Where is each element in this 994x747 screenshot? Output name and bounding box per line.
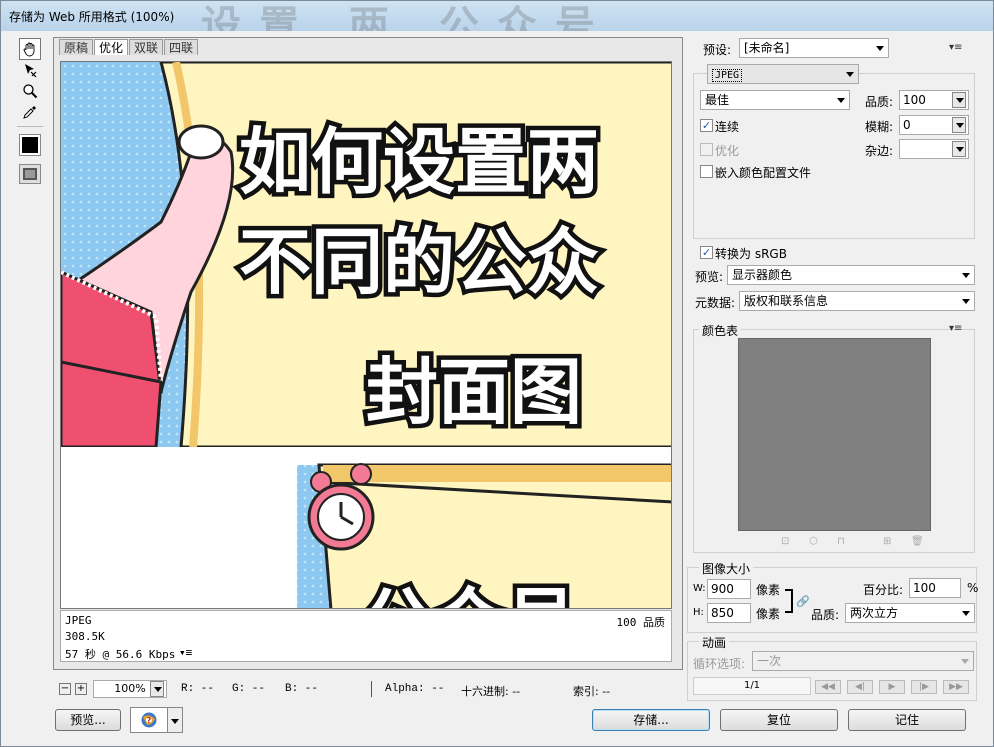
percent-label: 百分比: (863, 583, 904, 597)
preview-image: 如何设置两 不同的公众 封面图 公众号 (61, 62, 671, 609)
art-line-3: 封面图 (366, 350, 582, 434)
view-tabs: 原稿 优化 双联 四联 (59, 39, 199, 55)
optimized-checkbox[interactable] (700, 143, 713, 156)
title-bar-background-text: 设置 两 公众号 (201, 3, 613, 31)
image-info-panel: JPEG 308.5K 57 秒 @ 56.6 Kbps ▾≡ 100 品质 (60, 610, 672, 662)
quality-label: 品质: (865, 95, 894, 109)
percent-input[interactable]: 100 (909, 578, 961, 598)
tab-4-up[interactable]: 四联 (164, 39, 199, 55)
preset-label: 预设: (703, 43, 732, 57)
blur-dropdown-icon[interactable] (952, 117, 966, 133)
optimize-menu-icon[interactable]: ▾≡ (949, 42, 962, 53)
hand-tool-icon[interactable] (19, 38, 41, 60)
animation-label: 动画 (699, 634, 730, 651)
art-line-2: 不同的公众 (239, 220, 599, 304)
toolbox-divider (17, 126, 43, 127)
tab-2-up[interactable]: 双联 (129, 39, 164, 55)
width-label: W: (693, 583, 706, 594)
convert-srgb-label: 转换为 sRGB (715, 247, 787, 261)
add-color-icon[interactable]: ⊞ (883, 536, 891, 547)
zoom-dropdown-icon[interactable] (150, 681, 164, 697)
metadata-select[interactable]: 版权和联系信息 (739, 291, 975, 311)
svg-text:?: ? (147, 716, 152, 725)
format-select[interactable]: JPEG (707, 64, 859, 84)
resample-quality-label: 品质: (811, 608, 840, 622)
quality-dropdown-icon[interactable] (952, 92, 966, 108)
browser-icon[interactable]: ? (130, 707, 168, 733)
chain-link-icon[interactable]: 🔗 (796, 595, 810, 608)
save-for-web-dialog: 设置 两 公众号 存储为 Web 所用格式 (100%) 原稿 优化 双联 四联 (0, 0, 994, 747)
embed-profile-label: 嵌入颜色配置文件 (715, 166, 812, 180)
color-table-menu-icon[interactable]: ▾≡ (949, 323, 962, 334)
eyedropper-color-swatch[interactable] (19, 134, 41, 156)
constrain-bracket (785, 589, 793, 613)
toggle-slices-visibility-icon[interactable] (19, 164, 41, 184)
tab-original[interactable]: 原稿 (59, 39, 94, 55)
first-frame-button[interactable]: ◀◀ (815, 680, 841, 694)
lock-color-icon[interactable]: ⊓ (837, 536, 845, 547)
optimized-label: 优化 (715, 144, 740, 158)
remember-button[interactable]: 记住 (848, 709, 966, 731)
slice-select-tool-icon[interactable] (19, 59, 41, 81)
reset-button[interactable]: 复位 (720, 709, 838, 731)
preview-button[interactable]: 预览... (55, 709, 121, 731)
blue-value: B: -- (285, 683, 319, 695)
art-line-1: 如何设置两 (239, 120, 599, 204)
map-transparent-icon[interactable]: ⊡ (781, 536, 789, 547)
green-value: G: -- (232, 683, 266, 695)
preset-select[interactable]: [未命名] (739, 38, 889, 58)
status-divider (371, 681, 372, 697)
blur-label: 模糊: (865, 120, 894, 134)
progressive-label: 连续 (715, 120, 740, 134)
previous-frame-button[interactable]: ◀| (847, 680, 873, 694)
info-quality: 100 品质 (616, 616, 666, 629)
preview-mode-select[interactable]: 显示器颜色 (727, 265, 975, 285)
width-unit: 像素 (756, 583, 781, 597)
art-line-4: 公众号 (361, 580, 577, 609)
zoom-tool-icon[interactable] (19, 80, 41, 102)
height-label: H: (693, 607, 704, 618)
loop-options-select[interactable]: 一次 (752, 651, 974, 671)
matte-label: 杂边: (865, 144, 894, 158)
height-input[interactable]: 850 (707, 603, 751, 623)
info-format: JPEG (65, 614, 92, 627)
matte-dropdown-icon[interactable] (952, 141, 966, 157)
color-table-grid[interactable] (738, 338, 931, 531)
hex-value: 十六进制: -- (461, 685, 521, 698)
metadata-label: 元数据: (695, 296, 736, 310)
title-bar: 设置 两 公众号 存储为 Web 所用格式 (100%) (1, 1, 993, 31)
index-value: 索引: -- (573, 685, 611, 698)
info-size: 308.5K (65, 630, 105, 643)
resample-quality-select[interactable]: 两次立方 (845, 603, 975, 623)
web-snap-icon[interactable]: ⬡ (809, 536, 818, 547)
browser-dropdown-icon[interactable] (167, 707, 183, 733)
color-table-label: 颜色表 (699, 322, 742, 339)
loop-options-label: 循环选项: (693, 657, 746, 671)
red-value: R: -- (181, 683, 215, 695)
info-menu-icon[interactable]: ▾≡ (179, 646, 192, 659)
next-frame-button[interactable]: |▶ (911, 680, 937, 694)
progressive-checkbox[interactable]: ✓ (700, 119, 713, 132)
frame-counter: 1/1 (693, 677, 811, 695)
save-button[interactable]: 存储... (592, 709, 710, 731)
convert-srgb-checkbox[interactable]: ✓ (700, 246, 713, 259)
image-preview-canvas[interactable]: 如何设置两 不同的公众 封面图 公众号 (60, 61, 672, 609)
percent-unit: % (967, 581, 979, 595)
info-download-time: 57 秒 @ 56.6 Kbps (65, 648, 176, 661)
height-unit: 像素 (756, 607, 781, 621)
last-frame-button[interactable]: ▶▶ (943, 680, 969, 694)
eyedropper-tool-icon[interactable] (19, 101, 41, 123)
delete-color-icon[interactable]: 🗑 (911, 536, 924, 547)
tab-optimized[interactable]: 优化 (94, 39, 129, 55)
compression-quality-select[interactable]: 最佳 (700, 90, 850, 110)
width-input[interactable]: 900 (707, 579, 751, 599)
preview-mode-label: 预览: (695, 270, 724, 284)
zoom-out-button[interactable]: − (59, 683, 71, 695)
play-button[interactable]: ▶ (879, 680, 905, 694)
window-title: 存储为 Web 所用格式 (100%) (9, 10, 175, 24)
alpha-value: Alpha: -- (385, 683, 445, 695)
embed-profile-checkbox[interactable] (700, 165, 713, 178)
image-size-label: 图像大小 (699, 560, 754, 577)
zoom-in-button[interactable]: + (75, 683, 87, 695)
